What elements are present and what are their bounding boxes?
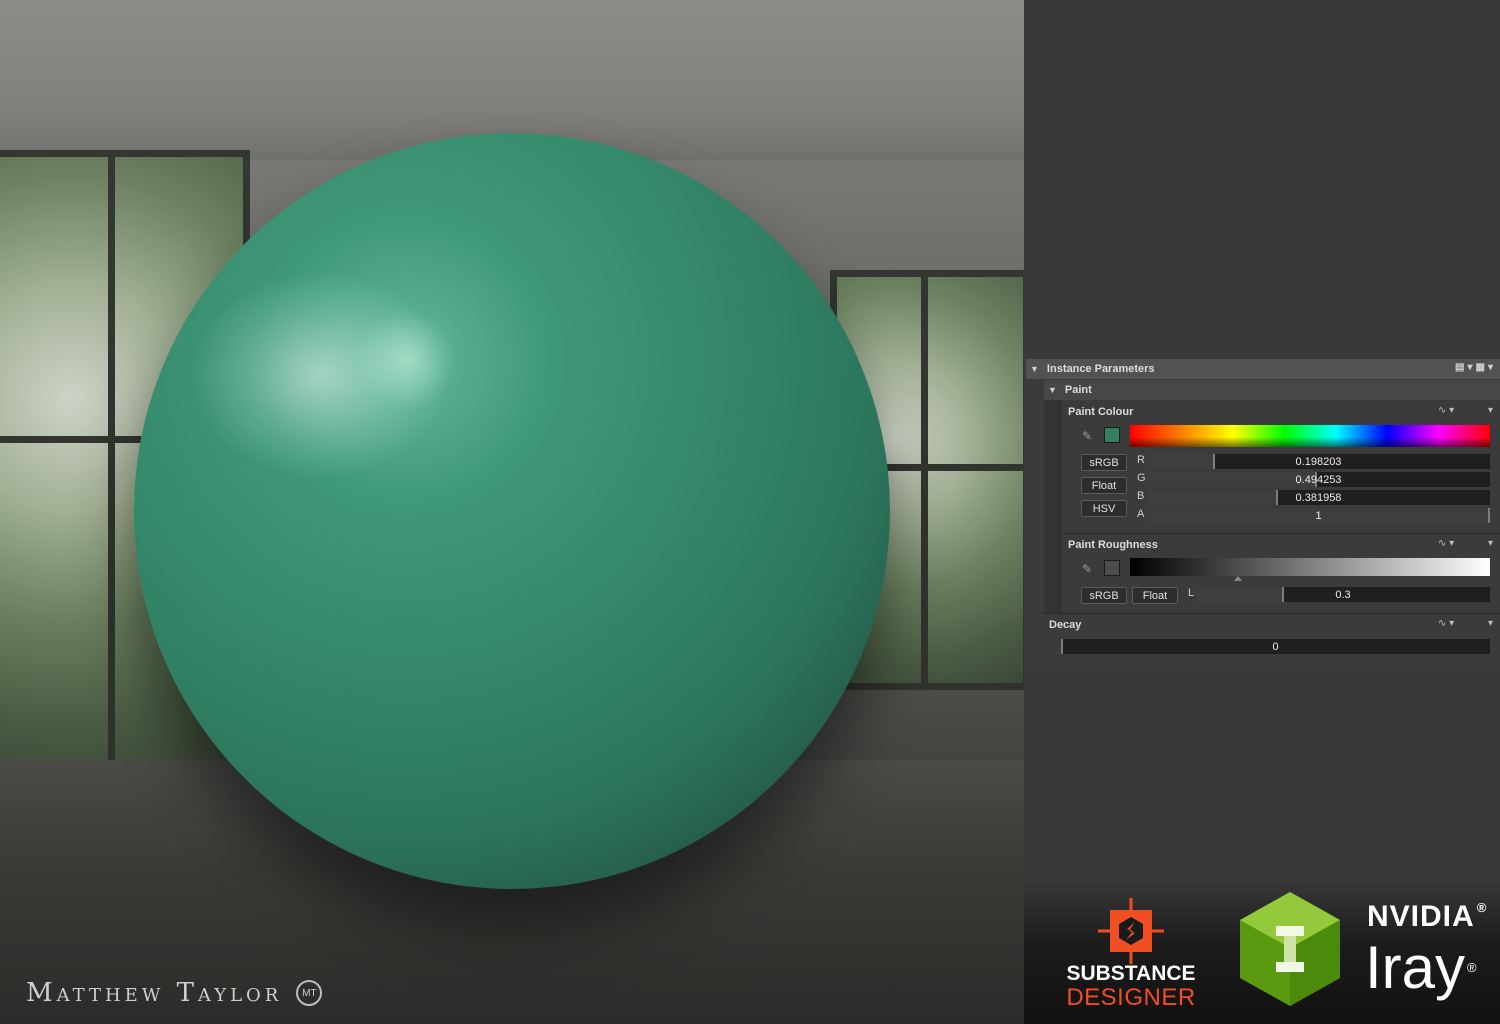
channel-a-label: A — [1137, 508, 1145, 520]
float-button[interactable]: Float — [1081, 477, 1127, 494]
render-viewport: Matthew Taylor MT — [0, 0, 1024, 1024]
curve-link-icon[interactable]: ∿ ▾ — [1438, 618, 1454, 629]
designer-wordmark: DESIGNER — [1066, 984, 1196, 1011]
hue-spectrum-bar[interactable] — [1130, 425, 1490, 447]
divider — [1044, 613, 1500, 614]
registered-mark: ® — [1476, 900, 1488, 915]
nvidia-wordmark: NVIDIA ® — [1367, 900, 1487, 934]
signature-monogram: MT — [296, 980, 323, 1006]
grayscale-marker — [1234, 576, 1242, 581]
channel-r-value: 0.198203 — [1295, 455, 1342, 468]
decay-slider[interactable]: 0 — [1061, 639, 1490, 654]
roughness-value: 0.3 — [1335, 588, 1351, 601]
srgb-button[interactable]: sRGB — [1081, 454, 1127, 471]
channel-g-slider[interactable]: 0.494253 — [1147, 472, 1490, 487]
artist-signature: Matthew Taylor MT — [26, 978, 323, 1008]
signature-name: Matthew Taylor — [26, 978, 283, 1008]
divider — [1064, 533, 1500, 534]
document-icon[interactable]: ▤ — [1455, 362, 1467, 373]
instance-parameters-panel: ▼ Instance Parameters ▤▾▦▾ ▼ Paint Paint… — [1026, 359, 1500, 667]
channel-a-value: 1 — [1315, 509, 1322, 522]
iray-wordmark: Iray ® — [1365, 935, 1477, 1001]
chevron-down-icon[interactable]: ▾ — [1488, 618, 1493, 629]
channel-l-label: L — [1188, 587, 1195, 599]
channel-g-label: G — [1137, 472, 1146, 484]
file-stack-icon[interactable]: ▦ — [1476, 362, 1488, 373]
chevron-down-icon[interactable]: ▾ — [1488, 405, 1493, 416]
float-button[interactable]: Float — [1132, 587, 1178, 604]
paint-colour-label: Paint Colour — [1068, 406, 1134, 418]
chevron-down-icon[interactable]: ▾ — [1467, 362, 1475, 373]
iray-text: Iray — [1365, 934, 1466, 1001]
hsv-button[interactable]: HSV — [1081, 500, 1127, 517]
eyedropper-icon[interactable]: ✎ — [1082, 562, 1092, 576]
grayscale-bar[interactable] — [1130, 558, 1490, 576]
paint-group-indent — [1044, 400, 1062, 613]
paint-roughness-label: Paint Roughness — [1068, 539, 1158, 551]
sphere-highlight — [190, 270, 450, 480]
decay-value: 0 — [1272, 640, 1279, 653]
header-tools: ▤▾▦▾ — [1455, 362, 1496, 373]
channel-b-slider[interactable]: 0.381958 — [1147, 490, 1490, 505]
curve-link-icon[interactable]: ∿ ▾ — [1438, 538, 1454, 549]
registered-mark: ® — [1467, 960, 1477, 975]
chevron-down-icon[interactable]: ▾ — [1488, 538, 1493, 549]
channel-r-label: R — [1137, 454, 1145, 466]
srgb-button[interactable]: sRGB — [1081, 587, 1127, 604]
collapse-triangle-icon[interactable]: ▼ — [1048, 385, 1057, 395]
channel-b-label: B — [1137, 490, 1145, 502]
channel-b-value: 0.381958 — [1295, 491, 1342, 504]
eyedropper-icon[interactable]: ✎ — [1082, 429, 1092, 443]
roughness-slider[interactable]: 0.3 — [1196, 587, 1490, 602]
channel-g-value: 0.494253 — [1295, 473, 1342, 486]
instance-parameters-header[interactable]: ▼ Instance Parameters ▤▾▦▾ — [1026, 359, 1500, 379]
channel-r-slider[interactable]: 0.198203 — [1147, 454, 1490, 469]
channel-a-slider[interactable]: 1 — [1147, 508, 1490, 523]
instance-parameters-title: Instance Parameters — [1046, 363, 1155, 375]
substance-designer-logo-icon — [1098, 898, 1164, 964]
chevron-down-icon[interactable]: ▾ — [1488, 362, 1496, 373]
nvidia-text: NVIDIA — [1367, 900, 1475, 933]
collapse-triangle-icon[interactable]: ▼ — [1030, 364, 1039, 374]
decay-label: Decay — [1049, 619, 1082, 631]
paint-colour-swatch[interactable] — [1104, 427, 1120, 443]
paint-roughness-swatch[interactable] — [1104, 560, 1120, 576]
iray-logo-icon — [1240, 892, 1340, 1006]
paint-group-title: Paint — [1064, 384, 1092, 396]
paint-group-header[interactable]: ▼ Paint — [1044, 380, 1500, 400]
substance-wordmark: SUBSTANCE — [1066, 962, 1196, 985]
curve-link-icon[interactable]: ∿ ▾ — [1438, 405, 1454, 416]
material-preview-sphere — [134, 133, 890, 889]
